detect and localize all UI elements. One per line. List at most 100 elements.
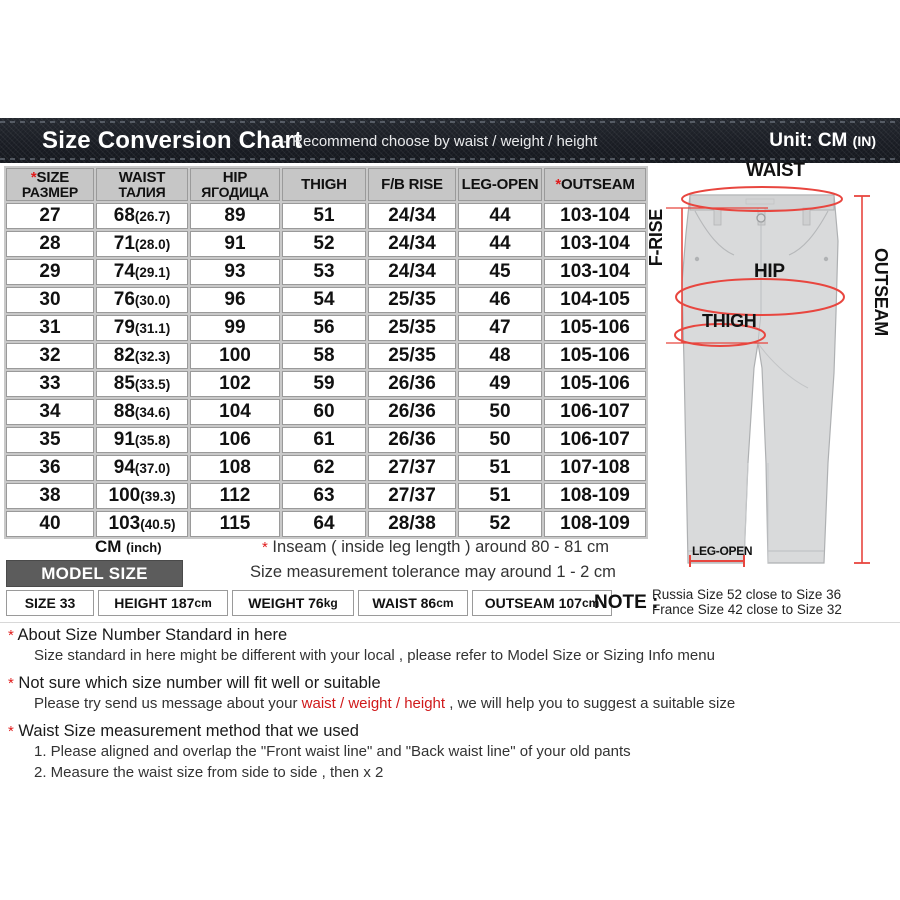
model-size-cell: SIZE 33 [6,590,94,616]
cell-fb-rise: 26/36 [368,371,456,397]
column-header-size: *SIZE РАЗМЕР [6,168,94,201]
cell-outseam: 103-104 [544,203,646,229]
cell-waist: 68(26.7) [96,203,188,229]
cell-size: 32 [6,343,94,369]
cell-size: 38 [6,483,94,509]
cell-fb-rise: 25/35 [368,343,456,369]
cell-hip: 108 [190,455,280,481]
cell-outseam: 106-107 [544,427,646,453]
column-header-hip-label: HIP [222,168,248,186]
table-row: 36 94(37.0) 108 62 27/37 51 107-108 [6,455,646,481]
cell-outseam: 105-106 [544,343,646,369]
table-row: 28 71(28.0) 91 52 24/34 44 103-104 [6,231,646,257]
cell-fb-rise: 28/38 [368,511,456,537]
cell-leg-open: 49 [458,371,542,397]
table-row: 32 82(32.3) 100 58 25/35 48 105-106 [6,343,646,369]
cell-waist: 79(31.1) [96,315,188,341]
cell-leg-open: 48 [458,343,542,369]
column-header-leg-open: LEG-OPEN [458,168,542,201]
waist-method-heading-text: Waist Size measurement method that we us… [13,722,359,740]
diagram-label-hip: HIP [754,261,785,282]
cell-hip: 115 [190,511,280,537]
table-row: 27 68(26.7) 89 51 24/34 44 103-104 [6,203,646,229]
cell-hip: 96 [190,287,280,313]
diagram-label-thigh: THIGH [702,311,757,331]
cell-thigh: 53 [282,259,366,285]
cell-fb-rise: 24/34 [368,259,456,285]
cell-size: 35 [6,427,94,453]
instruction-heading-1-text: About Size Number Standard in here [13,626,288,644]
cell-thigh: 54 [282,287,366,313]
cell-leg-open: 50 [458,427,542,453]
table-row: 40 103(40.5) 115 64 28/38 52 108-109 [6,511,646,537]
cell-waist: 100(39.3) [96,483,188,509]
cell-outseam: 108-109 [544,483,646,509]
cell-leg-open: 46 [458,287,542,313]
pants-diagram: WAIST HIP THIGH F-RISE OUTSEAM LEG-OPEN [646,160,900,595]
table-row: 34 88(34.6) 104 60 26/36 50 106-107 [6,399,646,425]
cell-outseam: 106-107 [544,399,646,425]
model-size-cell: HEIGHT 187 cm [98,590,228,616]
instruction-body-2-post: , we will help you to suggest a suitable… [445,695,736,712]
diagram-label-waist: WAIST [746,160,805,181]
instruction-body-2: Please try send us message about your wa… [34,695,892,712]
cell-waist: 91(35.8) [96,427,188,453]
cell-thigh: 61 [282,427,366,453]
cell-thigh: 56 [282,315,366,341]
cell-fb-rise: 24/34 [368,203,456,229]
cell-size: 40 [6,511,94,537]
pants-illustration [666,186,870,567]
waist-method-step-1: 1. Please aligned and overlap the "Front… [34,743,631,760]
size-conversion-table: *SIZE РАЗМЕР WAIST ТАЛИЯ HIP ЯГОДИЦА THIGH … [4,166,648,539]
unit-small: (IN) [852,133,876,149]
cell-size: 34 [6,399,94,425]
cell-leg-open: 52 [458,511,542,537]
cell-fb-rise: 27/37 [368,483,456,509]
cell-outseam: 107-108 [544,455,646,481]
cell-thigh: 59 [282,371,366,397]
cell-waist: 76(30.0) [96,287,188,313]
instructions-section: * About Size Number Standard in here Siz… [8,626,892,785]
column-header-hip-label-ru: ЯГОДИЦА [201,183,269,200]
note-line-france: France Size 42 close to Size 32 [652,601,842,617]
cell-leg-open: 45 [458,259,542,285]
cell-outseam: 105-106 [544,315,646,341]
table-header-row: *SIZE РАЗМЕР WAIST ТАЛИЯ HIP ЯГОДИЦА THIGH … [6,168,646,201]
cell-fb-rise: 25/35 [368,315,456,341]
column-header-waist-label-ru: ТАЛИЯ [118,183,166,200]
table-row: 31 79(31.1) 99 56 25/35 47 105-106 [6,315,646,341]
cell-thigh: 62 [282,455,366,481]
unit-main: Unit: CM [769,130,853,151]
column-header-hip: HIP ЯГОДИЦА [190,168,280,201]
cell-waist: 85(33.5) [96,371,188,397]
cell-thigh: 51 [282,203,366,229]
cell-outseam: 105-106 [544,371,646,397]
cell-size: 31 [6,315,94,341]
cell-fb-rise: 26/36 [368,427,456,453]
column-header-waist: WAIST ТАЛИЯ [96,168,188,201]
cell-thigh: 63 [282,483,366,509]
cell-thigh: 64 [282,511,366,537]
cell-hip: 104 [190,399,280,425]
size-chart-page: Size Conversion Chart - Recommend choose… [0,0,900,900]
cell-waist: 71(28.0) [96,231,188,257]
inseam-note-line2: Size measurement tolerance may around 1 … [250,563,616,581]
units-cm: CM [95,537,127,556]
instruction-heading-2: * Not sure which size number will fit we… [8,674,892,693]
cell-outseam: 104-105 [544,287,646,313]
cell-hip: 99 [190,315,280,341]
model-size-cell: WEIGHT 76 kg [232,590,354,616]
column-header-size-label-ru: РАЗМЕР [21,183,79,200]
cell-size: 30 [6,287,94,313]
diagram-label-outseam: OUTSEAM [871,248,891,336]
cell-leg-open: 44 [458,231,542,257]
stitch-line-top [0,121,900,123]
cell-thigh: 58 [282,343,366,369]
waist-method-step-2: 2. Measure the waist size from side to s… [34,764,384,781]
header-subtitle: - Recommend choose by waist / weight / h… [283,133,598,150]
instruction-body-1: Size standard in here might be different… [34,647,715,664]
cell-size: 36 [6,455,94,481]
model-size-cell: OUTSEAM 107 cm [472,590,612,616]
instruction-heading-1: * About Size Number Standard in here [8,626,892,645]
cell-leg-open: 51 [458,455,542,481]
